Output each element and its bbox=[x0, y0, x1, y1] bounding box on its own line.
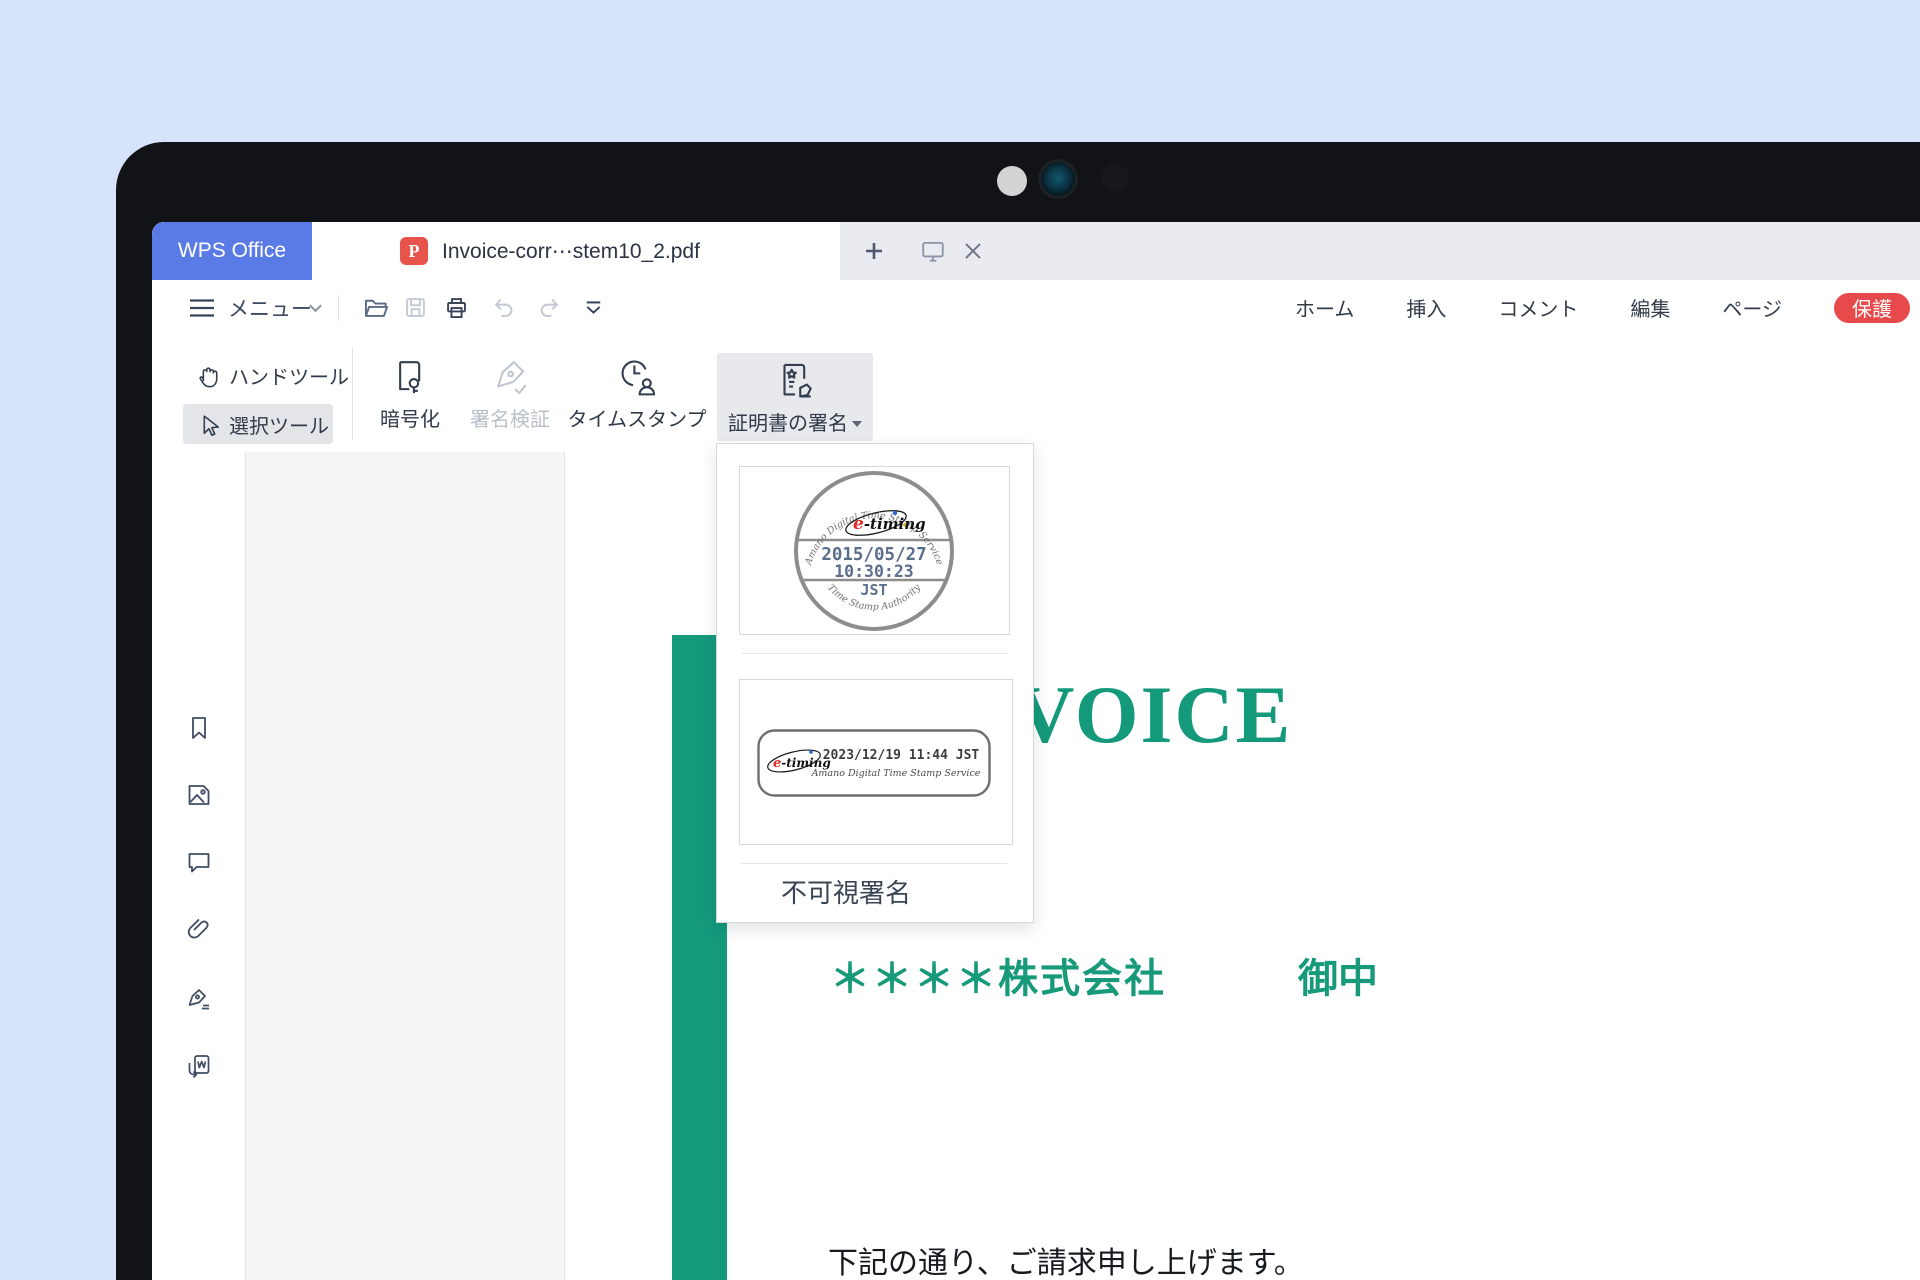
invoice-recipient: ＊＊＊＊株式会社 bbox=[830, 957, 1166, 1001]
bezel-dot bbox=[997, 166, 1027, 196]
menu-label[interactable]: メニュー bbox=[228, 280, 312, 335]
encrypt-label: 暗号化 bbox=[380, 409, 440, 431]
tab-bar: WPS Office P Invoice-corr⋯stem10_2.pdf bbox=[152, 222, 1920, 280]
hand-icon bbox=[199, 366, 218, 387]
divider bbox=[352, 348, 353, 440]
select-tool-button[interactable]: 選択ツール bbox=[195, 410, 329, 439]
print-icon[interactable] bbox=[443, 294, 470, 321]
round-timestamp-seal: Amano Digital Time Stamp Service Time St… bbox=[794, 471, 954, 631]
invoice-honorific: 御中 bbox=[1298, 957, 1378, 1001]
select-tool-label: 選択ツール bbox=[229, 416, 329, 438]
app-window: WPS Office P Invoice-corr⋯stem10_2.pdf メ… bbox=[152, 222, 1920, 1280]
certificate-sign-icon bbox=[783, 363, 812, 397]
pen-verify-icon bbox=[497, 361, 527, 395]
tab-comment[interactable]: コメント bbox=[1498, 293, 1578, 322]
bookmarks-icon[interactable] bbox=[185, 714, 213, 742]
svg-text:10:30:23: 10:30:23 bbox=[834, 562, 913, 581]
collapse-toolbar-icon[interactable] bbox=[580, 294, 607, 321]
open-file-icon[interactable] bbox=[362, 294, 389, 321]
svg-text:2023/12/19 11:44 JST: 2023/12/19 11:44 JST bbox=[823, 748, 980, 763]
pdf-file-icon: P bbox=[400, 237, 428, 265]
stamp-option-round[interactable]: Amano Digital Time Stamp Service Time St… bbox=[739, 466, 1010, 635]
svg-text:e-timing: e-timing bbox=[853, 514, 926, 534]
redo-icon[interactable] bbox=[536, 294, 563, 321]
wps-office-label: WPS Office bbox=[177, 239, 287, 262]
export-to-word-icon[interactable] bbox=[185, 1052, 213, 1080]
camera-lens bbox=[1038, 159, 1078, 199]
certificate-sign-label: 証明書の署名 bbox=[728, 407, 862, 436]
document-viewer[interactable] bbox=[246, 452, 1920, 1280]
clock-person-icon bbox=[621, 360, 656, 396]
desktop-background: WPS Office P Invoice-corr⋯stem10_2.pdf メ… bbox=[0, 0, 1920, 1280]
divider bbox=[741, 653, 1007, 654]
hamburger-menu-icon[interactable] bbox=[188, 297, 216, 319]
divider bbox=[338, 295, 339, 321]
banner-timestamp-stamp: e-timing 2023/12/19 11:44 JST Amano Digi… bbox=[757, 729, 991, 797]
svg-text:JST: JST bbox=[860, 581, 887, 599]
timestamp-label: タイムスタンプ bbox=[567, 409, 707, 431]
certificate-sign-button[interactable]: 証明書の署名 bbox=[717, 353, 873, 441]
plus-icon bbox=[866, 243, 882, 259]
encrypt-doc-key-icon bbox=[399, 361, 421, 394]
left-sidebar bbox=[152, 452, 246, 1280]
hand-tool-button[interactable]: ハンドツール bbox=[195, 361, 349, 390]
present-monitor-icon[interactable] bbox=[920, 238, 946, 264]
tab-title: Invoice-corr⋯stem10_2.pdf bbox=[442, 239, 700, 263]
signature-pen-icon[interactable] bbox=[185, 984, 213, 1012]
undo-icon[interactable] bbox=[490, 294, 517, 321]
chevron-down-icon[interactable] bbox=[302, 294, 329, 321]
dropdown-arrow-icon bbox=[852, 421, 862, 428]
invoice-body-line: 下記の通り、ご請求申し上げます。 bbox=[828, 1247, 1304, 1280]
encrypt-button[interactable]: 暗号化 bbox=[365, 355, 455, 432]
document-tab[interactable]: P Invoice-corr⋯stem10_2.pdf bbox=[312, 222, 981, 280]
tab-page[interactable]: ページ bbox=[1722, 293, 1782, 322]
menu-bar: メニュー ホーム 挿入 コメント 編集 ページ 保護 bbox=[152, 280, 1920, 335]
stamp-option-banner[interactable]: e-timing 2023/12/19 11:44 JST Amano Digi… bbox=[739, 679, 1013, 845]
ribbon-tabs: ホーム 挿入 コメント 編集 ページ 保護 bbox=[1295, 280, 1920, 335]
verify-signature-button[interactable]: 署名検証 bbox=[455, 355, 565, 432]
wps-office-button[interactable]: WPS Office bbox=[152, 222, 312, 280]
tab-insert[interactable]: 挿入 bbox=[1406, 293, 1446, 322]
svg-text:Amano Digital Time Stamp Servi: Amano Digital Time Stamp Service bbox=[811, 768, 981, 779]
new-tab-button[interactable] bbox=[852, 222, 896, 280]
close-tab-icon[interactable] bbox=[960, 238, 986, 264]
comments-icon[interactable] bbox=[185, 848, 213, 876]
tab-home[interactable]: ホーム bbox=[1295, 293, 1354, 322]
certificate-sign-dropdown: Amano Digital Time Stamp Service Time St… bbox=[716, 443, 1034, 923]
save-icon[interactable] bbox=[402, 294, 429, 321]
invisible-signature-option[interactable]: 不可視署名 bbox=[781, 873, 911, 910]
tab-protect[interactable]: 保護 bbox=[1834, 292, 1910, 323]
bezel-dot-dark bbox=[1101, 164, 1129, 192]
divider bbox=[741, 863, 1007, 864]
attachments-icon[interactable] bbox=[185, 916, 213, 944]
verify-signature-label: 署名検証 bbox=[470, 409, 550, 431]
protect-toolbar: ハンドツール 選択ツール 暗号化 署名検証 タイムスタンプ 証明書の署名 bbox=[152, 335, 1920, 453]
tab-edit[interactable]: 編集 bbox=[1630, 293, 1670, 322]
cursor-icon bbox=[203, 414, 220, 436]
timestamp-button[interactable]: タイムスタンプ bbox=[567, 355, 707, 432]
hand-tool-label: ハンドツール bbox=[229, 367, 349, 389]
images-icon[interactable] bbox=[185, 781, 213, 809]
